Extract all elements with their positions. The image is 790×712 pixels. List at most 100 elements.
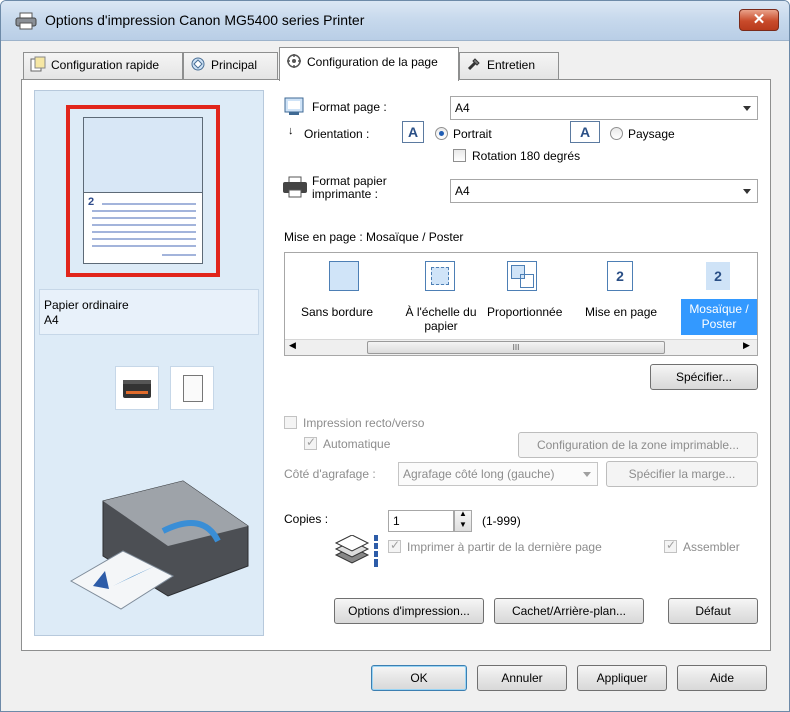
collate-checkbox[interactable]: ✓ <box>664 538 677 553</box>
apply-button[interactable]: Appliquer <box>577 665 667 691</box>
separator <box>280 214 758 215</box>
auto-duplex-checkbox[interactable]: ✓ <box>304 435 317 450</box>
portrait-icon: A <box>402 121 424 143</box>
paper-thumbnail[interactable] <box>170 366 214 410</box>
defaults-button[interactable]: Défaut <box>668 598 758 624</box>
page-setup-icon <box>286 51 302 68</box>
close-button[interactable]: ✕ <box>739 9 779 31</box>
copies-range: (1-999) <box>482 514 521 528</box>
orientation-arrow-icon: ↓ <box>288 125 294 137</box>
print-options-button[interactable]: Options d'impression... <box>334 598 484 624</box>
rotate-180-label[interactable]: Rotation 180 degrés <box>472 149 580 163</box>
printer-thumbnail[interactable] <box>115 366 159 410</box>
duplex-label[interactable]: Impression recto/verso <box>303 416 424 430</box>
layout-item-label: Mosaïque / Poster <box>689 302 749 331</box>
copies-input[interactable]: 1 <box>388 510 454 532</box>
layout-item-fit-to-page[interactable]: À l'échelle du papier <box>403 305 479 333</box>
tab-maintenance[interactable]: Entretien <box>459 52 559 79</box>
page-format-value: A4 <box>455 101 470 115</box>
print-options-window: Options d'impression Canon MG5400 series… <box>0 0 790 712</box>
copies-value: 1 <box>393 514 400 528</box>
tab-label: Entretien <box>487 58 536 72</box>
printer-thumb-icon <box>123 380 151 398</box>
stepper-up-icon[interactable]: ▲ <box>459 509 467 518</box>
portrait-label[interactable]: Portrait <box>453 127 492 141</box>
tab-label: Configuration de la page <box>307 55 438 69</box>
printer-paper-value: A4 <box>455 184 470 198</box>
stamp-background-button[interactable]: Cachet/Arrière-plan... <box>494 598 644 624</box>
layout-label: Mise en page : Mosaïque / Poster <box>284 230 464 244</box>
preview-upper-sheet <box>84 118 202 193</box>
help-button[interactable]: Aide <box>677 665 767 691</box>
printer-icon <box>15 12 37 33</box>
tab-main[interactable]: Principal <box>183 52 278 79</box>
separator <box>280 498 758 499</box>
separator <box>280 576 758 577</box>
staple-side-value: Agrafage côté long (gauche) <box>403 467 555 481</box>
radio-selected-dot <box>439 131 444 136</box>
landscape-radio[interactable] <box>610 127 623 140</box>
layout-item-borderless[interactable]: Sans bordure <box>301 305 373 319</box>
layout-item-page-layout[interactable]: Mise en page <box>585 305 657 319</box>
check-icon: ✓ <box>390 538 401 552</box>
copies-label: Copies : <box>284 512 329 526</box>
specify-button[interactable]: Spécifier... <box>650 364 758 390</box>
scroll-thumb[interactable]: III <box>367 341 665 354</box>
preview-pane: 2 Papier ordinaire A4 <box>34 90 264 636</box>
printer-paper-select[interactable]: A4 <box>450 179 758 203</box>
print-area-setup-button[interactable]: Configuration de la zone imprimable... <box>518 432 758 458</box>
collate-label[interactable]: Assembler <box>683 540 740 554</box>
printer-paper-label-line2: imprimante : <box>312 187 379 201</box>
stepper-down-icon[interactable]: ▼ <box>459 520 467 529</box>
page-format-icon <box>284 96 304 119</box>
print-from-last-page-label[interactable]: Imprimer à partir de la dernière page <box>407 540 602 554</box>
specify-margin-button[interactable]: Spécifier la marge... <box>606 461 758 487</box>
auto-duplex-label[interactable]: Automatique <box>323 437 390 451</box>
staple-side-select[interactable]: Agrafage côté long (gauche) <box>398 462 598 486</box>
page-layout-icon: 2 <box>607 261 633 291</box>
layout-item-mosaic-selected[interactable]: Mosaïque / Poster <box>681 299 757 335</box>
copies-stepper[interactable]: ▲ ▼ <box>454 509 472 532</box>
chevron-down-icon <box>743 189 751 194</box>
layout-item-proportional[interactable]: Proportionnée <box>487 305 562 319</box>
print-from-last-page-checkbox[interactable]: ✓ <box>388 538 401 553</box>
preview-text-lines <box>92 203 196 256</box>
main-tab-icon <box>190 56 206 72</box>
page-format-select[interactable]: A4 <box>450 96 758 120</box>
page-setup-panel: 2 Papier ordinaire A4 Format page: A4 ↓… <box>21 79 771 651</box>
ok-button[interactable]: OK <box>371 665 467 691</box>
portrait-radio[interactable] <box>435 127 448 140</box>
title-bar: Options d'impression Canon MG5400 series… <box>1 1 789 41</box>
printer-paper-label-line1: Format papier <box>312 174 387 188</box>
copies-stack-icon <box>334 534 370 570</box>
separator <box>280 402 758 403</box>
cancel-button[interactable]: Annuler <box>477 665 567 691</box>
borderless-icon <box>329 261 359 291</box>
tab-page-setup[interactable]: Configuration de la page <box>279 47 459 81</box>
layout-item-label: À l'échelle du papier <box>405 305 477 333</box>
proportional-icon <box>507 261 537 291</box>
tab-label: Principal <box>211 58 258 72</box>
chevron-down-icon <box>743 106 751 111</box>
landscape-label[interactable]: Paysage <box>628 127 675 141</box>
rotate-180-checkbox[interactable] <box>453 149 466 162</box>
tab-quick-setup[interactable]: Configuration rapide <box>23 52 183 79</box>
maintenance-icon <box>466 56 482 72</box>
check-icon: ✓ <box>666 538 677 552</box>
media-info-box: Papier ordinaire A4 <box>39 289 259 335</box>
staple-side-label: Côté d'agrafage : <box>284 467 376 481</box>
orientation-label: Orientation : <box>304 127 370 141</box>
paper-thumb-icon <box>183 375 203 402</box>
landscape-icon: A <box>570 121 600 143</box>
media-size-text: A4 <box>44 313 59 327</box>
tab-label: Configuration rapide <box>51 58 160 72</box>
page-format-label: Format page : <box>312 100 387 114</box>
page-preview: 2 <box>83 117 203 264</box>
duplex-checkbox[interactable] <box>284 416 297 429</box>
layout-scrollbar[interactable]: ◀ III ▶ <box>285 339 757 355</box>
quick-setup-icon <box>30 56 46 72</box>
scroll-left-icon[interactable]: ◀ <box>289 340 296 351</box>
media-type-text: Papier ordinaire <box>44 298 129 312</box>
check-icon: ✓ <box>306 435 317 449</box>
scroll-right-icon[interactable]: ▶ <box>743 340 750 351</box>
